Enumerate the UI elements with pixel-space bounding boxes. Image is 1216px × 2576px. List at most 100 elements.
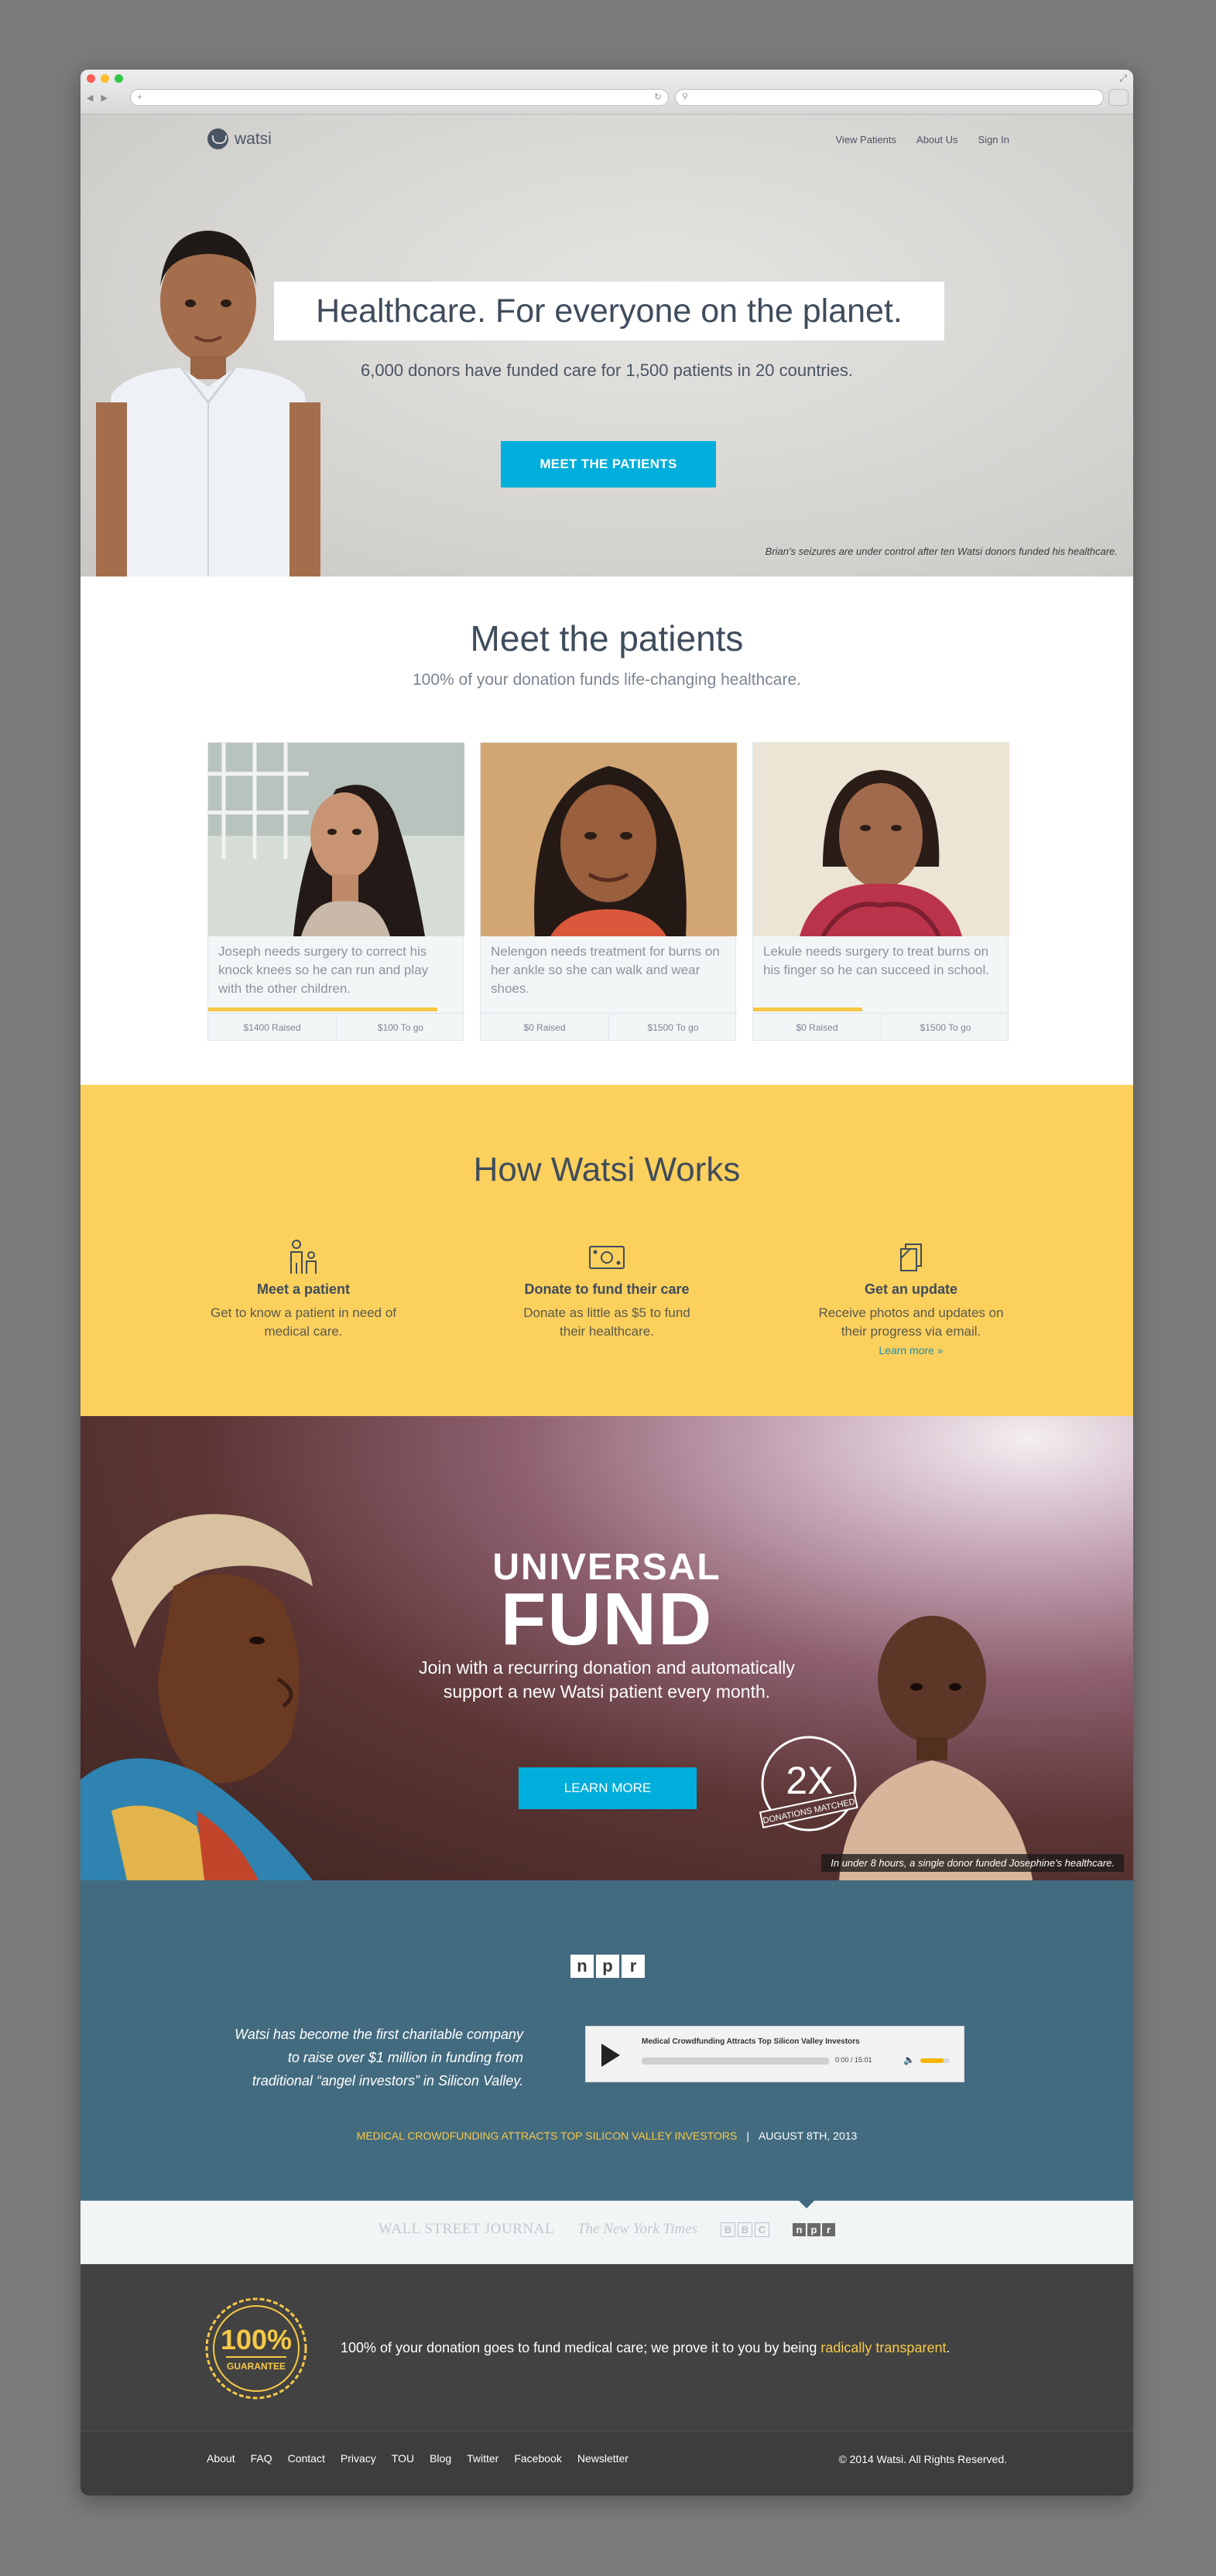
address-bar[interactable]: + ↻ xyxy=(130,89,669,106)
wsj-logo[interactable]: WALL STREET JOURNAL xyxy=(379,2221,554,2238)
funding-progress-bar xyxy=(753,1007,863,1011)
bbc-logo[interactable]: B B C xyxy=(720,2222,769,2237)
back-arrow-icon[interactable]: ◀ xyxy=(87,93,93,103)
top-navigation: View Patients About Us Sign In xyxy=(836,134,1010,145)
hero-caption: Brian's seizures are under control after… xyxy=(765,546,1118,557)
bbc-letter: B xyxy=(720,2222,735,2237)
step-text: Receive photos and updates on their prog… xyxy=(818,1305,1004,1339)
nyt-logo[interactable]: The New York Times xyxy=(577,2221,697,2238)
patient-card[interactable]: Joseph needs surgery to correct his knoc… xyxy=(207,742,464,1041)
press-date: AUGUST 8TH, 2013 xyxy=(758,2130,858,2142)
amount-raised: $0 Raised xyxy=(796,1021,838,1033)
press-separator: | xyxy=(746,2130,749,2142)
meet-patients-section: Meet the patients 100% of your donation … xyxy=(80,576,1133,1085)
audio-progress-track[interactable] xyxy=(642,2058,829,2065)
amount-raised: $1400 Raised xyxy=(243,1021,301,1033)
copyright: © 2014 Watsi. All Rights Reserved. xyxy=(838,2453,1007,2465)
minimize-window-button[interactable] xyxy=(101,74,109,83)
press-quote: Watsi has become the first charitable co… xyxy=(235,2027,523,2089)
npr-letter: n xyxy=(792,2222,806,2236)
active-logo-pointer xyxy=(798,2200,815,2208)
guarantee-section: 100% GUARANTEE 100% of your donation goe… xyxy=(80,2264,1133,2431)
press-article-link[interactable]: MEDICAL CROWDFUNDING ATTRACTS TOP SILICO… xyxy=(357,2130,738,2142)
footer-link-twitter[interactable]: Twitter xyxy=(467,2452,498,2465)
npr-letter: r xyxy=(821,2222,835,2236)
volume-icon[interactable]: 🔈 xyxy=(903,2054,915,2065)
footer-link-blog[interactable]: Blog xyxy=(430,2452,451,2465)
npr-logo-small[interactable]: n p r xyxy=(792,2222,835,2236)
browser-search-bar[interactable]: ⚲ xyxy=(675,89,1104,106)
npr-letter: p xyxy=(807,2222,820,2236)
step-title: Donate to fund their care xyxy=(524,1281,690,1297)
patient-photo xyxy=(208,743,464,936)
patient-description: Lekule needs surgery to treat burns on h… xyxy=(763,944,990,977)
patient-photo xyxy=(753,743,1009,938)
footer-link-contact[interactable]: Contact xyxy=(288,2452,325,2465)
footer-link-facebook[interactable]: Facebook xyxy=(514,2452,561,2465)
reload-icon[interactable]: ↻ xyxy=(654,91,662,102)
nav-sign-in[interactable]: Sign In xyxy=(978,134,1009,145)
close-window-button[interactable] xyxy=(87,74,95,83)
patient-stats: $0 Raised $1500 To go xyxy=(753,1013,1009,1041)
browser-nav-arrows: ◀ ▶ xyxy=(87,89,125,106)
meet-subtitle: 100% of your donation funds life-changin… xyxy=(412,671,801,689)
patient-photo xyxy=(481,743,737,936)
fund-caption: In under 8 hours, a single donor funded … xyxy=(821,1854,1124,1872)
amount-to-go: $1500 To go xyxy=(608,1014,737,1041)
npr-letter: p xyxy=(596,1955,619,1978)
volume-level xyxy=(920,2058,944,2063)
seal-percent: 100% xyxy=(221,2324,292,2355)
watsi-logo[interactable]: watsi xyxy=(207,128,272,149)
fullscreen-icon[interactable]: ⤢ xyxy=(1119,73,1127,84)
woman-photo xyxy=(80,1514,313,1880)
audio-player: Medical Crowdfunding Attracts Top Silico… xyxy=(585,2026,964,2082)
zoom-window-button[interactable] xyxy=(115,74,123,83)
step-get-update: Get an update Receive photos and updates… xyxy=(814,1240,1008,1356)
plus-icon: + xyxy=(137,91,143,102)
nav-about-us[interactable]: About Us xyxy=(916,134,957,145)
guarantee-statement: 100% of your donation goes to fund medic… xyxy=(341,2340,821,2355)
footer-link-privacy[interactable]: Privacy xyxy=(341,2452,376,2465)
meet-the-patients-button[interactable]: MEET THE PATIENTS xyxy=(501,441,716,487)
step-meet-patient: Meet a patient Get to know a patient in … xyxy=(207,1240,400,1341)
step-title: Meet a patient xyxy=(256,1281,351,1297)
patient-card[interactable]: Nelengon needs treatment for burns on he… xyxy=(480,742,737,1041)
browser-menu-button[interactable] xyxy=(1108,89,1129,106)
patient-stats: $1400 Raised $100 To go xyxy=(208,1013,464,1041)
browser-window: ⤢ ◀ ▶ + ↻ ⚲ watsi View Patients About Us… xyxy=(80,70,1133,2496)
patient-description: Nelengon needs treatment for burns on he… xyxy=(491,944,720,996)
guarantee-text: 100% of your donation goes to fund medic… xyxy=(341,2340,951,2356)
hero-title: Healthcare. For everyone on the planet. xyxy=(274,282,944,340)
bbc-letter: B xyxy=(737,2222,752,2237)
play-icon[interactable] xyxy=(601,2044,620,2067)
meet-title: Meet the patients xyxy=(470,618,744,659)
footer-link-faq[interactable]: FAQ xyxy=(251,2452,272,2465)
badge-2x-text: 2X xyxy=(786,1759,833,1802)
step-text: Donate as little as $5 to fund their hea… xyxy=(523,1305,690,1339)
radically-transparent-link[interactable]: radically transparent xyxy=(820,2340,946,2355)
logo-text: watsi xyxy=(235,129,272,148)
audio-title: Medical Crowdfunding Attracts Top Silico… xyxy=(642,2037,860,2046)
forward-arrow-icon[interactable]: ▶ xyxy=(101,93,107,103)
patient-card[interactable]: Lekule needs surgery to treat burns on h… xyxy=(752,742,1009,1041)
nav-view-patients[interactable]: View Patients xyxy=(836,134,897,145)
browser-chrome: ⤢ ◀ ▶ + ↻ ⚲ xyxy=(80,70,1133,115)
learn-more-link[interactable]: Learn more » xyxy=(814,1344,1008,1356)
patient-description: Joseph needs surgery to correct his knoc… xyxy=(218,944,429,996)
fund-subtitle: Join with a recurring donation and autom… xyxy=(419,1657,795,1702)
footer-link-newsletter[interactable]: Newsletter xyxy=(577,2452,629,2465)
press-logos-bar: WALL STREET JOURNAL The New York Times B… xyxy=(80,2200,1133,2264)
guarantee-seal-icon: 100% GUARANTEE xyxy=(205,2297,307,2400)
npr-letter: n xyxy=(570,1955,594,1978)
bbc-letter: C xyxy=(754,2222,769,2237)
universal-fund-section: UNIVERSAL FUND Join with a recurring don… xyxy=(80,1416,1133,1880)
step-title: Get an update xyxy=(864,1281,957,1297)
search-icon: ⚲ xyxy=(682,92,689,101)
hero-section: watsi View Patients About Us Sign In Hea… xyxy=(80,115,1133,576)
hero-boy-photo xyxy=(96,231,320,576)
learn-more-button[interactable]: LEARN MORE xyxy=(519,1767,697,1809)
footer-link-about[interactable]: About xyxy=(207,2452,235,2465)
fund-title-line2: FUND xyxy=(500,1578,714,1661)
footer-link-tou[interactable]: TOU xyxy=(392,2452,414,2465)
funding-progress-bar xyxy=(208,1007,438,1011)
